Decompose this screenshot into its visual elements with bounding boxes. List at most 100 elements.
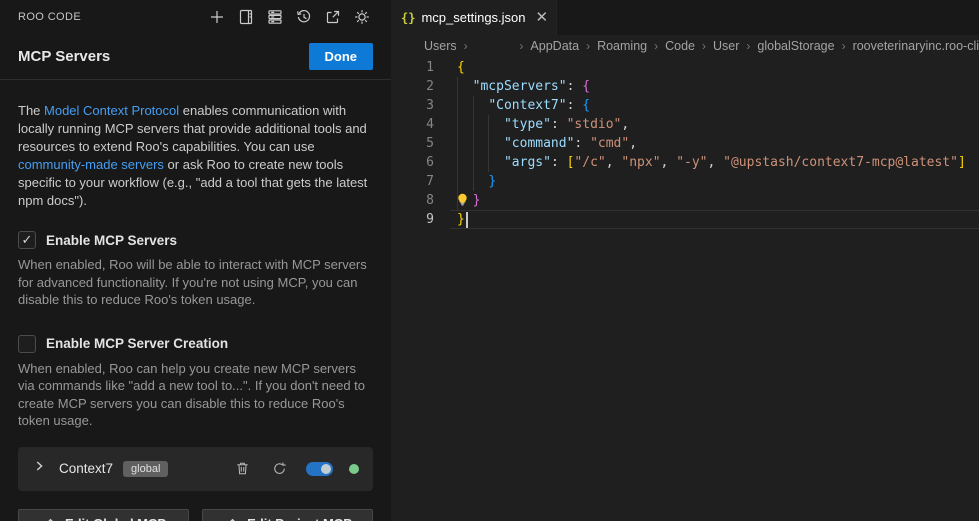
code-token: "-y" xyxy=(676,155,707,170)
text-link[interactable]: Model Context Protocol xyxy=(44,103,179,118)
tab-mcp-settings-json[interactable]: {} mcp_settings.json ✕ xyxy=(391,0,557,35)
code-token: : xyxy=(551,117,567,132)
editor-pane: {} mcp_settings.json ✕ Users › › AppData › Ro… xyxy=(391,0,979,521)
code-token: : xyxy=(551,155,567,170)
server-enabled-toggle[interactable] xyxy=(306,462,333,476)
done-button[interactable]: Done xyxy=(309,43,374,70)
chevron-right-icon xyxy=(32,459,46,473)
panel-content: The Model Context Protocol enables commu… xyxy=(0,102,391,521)
settings-button[interactable] xyxy=(351,6,373,28)
setting-label: Enable MCP Server Creation xyxy=(46,336,228,351)
code-token: "cmd" xyxy=(590,136,629,151)
chevron-right-icon: › xyxy=(746,39,750,53)
line-number: 2 xyxy=(391,77,434,96)
line-number: 9 xyxy=(391,210,434,229)
code-token: , xyxy=(708,155,724,170)
expand-server-button[interactable] xyxy=(32,459,46,478)
code-token: , xyxy=(606,155,622,170)
enable-mcp-server-creation-checkbox[interactable] xyxy=(18,335,36,353)
code-token: "mcpServers" xyxy=(473,79,567,94)
breadcrumb-item[interactable]: Users xyxy=(424,39,457,53)
text-link[interactable]: community-made servers xyxy=(18,157,164,172)
pencil-icon xyxy=(223,517,237,521)
edit-buttons-row: Edit Global MCP Edit Project MCP xyxy=(18,509,373,521)
indent-guide xyxy=(473,96,474,115)
enable-mcp-servers-checkbox[interactable]: ✓ xyxy=(18,231,36,249)
edit-project-mcp-button[interactable]: Edit Project MCP xyxy=(202,509,373,521)
code-token: "args" xyxy=(504,155,551,170)
toggle-knob xyxy=(321,464,331,474)
text-cursor xyxy=(466,212,468,228)
code-token: , xyxy=(629,136,637,151)
server-scope-badge: global xyxy=(123,461,168,477)
code-line: 3 "Context7": { xyxy=(391,96,979,115)
code-line: 1{ xyxy=(391,58,979,77)
code-line: 6 "args": ["/c", "npx", "-y", "@upstash/… xyxy=(391,153,979,172)
panel-title: ROO CODE xyxy=(18,11,81,23)
code-lines: 1{2 "mcpServers": {3 "Context7": {4 "typ… xyxy=(391,58,979,229)
lightbulb-icon[interactable] xyxy=(456,193,469,207)
code-token: "npx" xyxy=(621,155,660,170)
roo-code-panel: ROO CODE MCP Servers Done The Model Cont… xyxy=(0,0,391,521)
breadcrumb-item[interactable]: AppData xyxy=(530,39,579,53)
indent-guide xyxy=(457,172,458,191)
code-token: { xyxy=(582,79,590,94)
indent-guide xyxy=(473,172,474,191)
indent-guide xyxy=(457,134,458,153)
toolbar-icons xyxy=(206,6,373,28)
line-number: 7 xyxy=(391,172,434,191)
setting-row: ✓ Enable MCP Servers xyxy=(18,231,373,249)
code-token xyxy=(457,117,504,132)
indent-guide xyxy=(488,134,489,153)
code-token: : xyxy=(567,98,583,113)
line-number: 4 xyxy=(391,115,434,134)
code-token: { xyxy=(457,60,465,75)
chevron-right-icon: › xyxy=(654,39,658,53)
indent-guide xyxy=(457,96,458,115)
close-tab-icon[interactable]: ✕ xyxy=(536,10,549,25)
panel-toolbar: ROO CODE xyxy=(0,0,391,33)
code-token: : xyxy=(567,79,583,94)
server-row-context7[interactable]: Context7 global xyxy=(18,447,373,491)
code-token: "Context7" xyxy=(488,98,566,113)
code-token: , xyxy=(621,117,629,132)
line-number: 6 xyxy=(391,153,434,172)
breadcrumb: Users › › AppData › Roaming › Code › User › globalS… xyxy=(391,35,979,57)
breadcrumb-item[interactable]: Roaming xyxy=(597,39,647,53)
chevron-right-icon: › xyxy=(519,39,523,53)
edit-global-mcp-button[interactable]: Edit Global MCP xyxy=(18,509,189,521)
check-icon: ✓ xyxy=(22,232,33,248)
code-editor[interactable]: 1{2 "mcpServers": {3 "Context7": {4 "typ… xyxy=(391,57,979,229)
breadcrumb-item[interactable]: Code xyxy=(665,39,695,53)
new-task-button[interactable] xyxy=(206,6,228,28)
code-line: 5 "command": "cmd", xyxy=(391,134,979,153)
link-external-icon xyxy=(325,9,341,25)
editor-tabbar: {} mcp_settings.json ✕ xyxy=(391,0,979,35)
code-token: "stdio" xyxy=(567,117,622,132)
chevron-right-icon: › xyxy=(464,39,468,53)
open-in-editor-button[interactable] xyxy=(322,6,344,28)
code-token: ] xyxy=(958,155,966,170)
mcp-servers-button[interactable] xyxy=(264,6,286,28)
json-file-icon: {} xyxy=(401,11,415,25)
code-token: "command" xyxy=(504,136,574,151)
chevron-right-icon: › xyxy=(586,39,590,53)
code-line: 2 "mcpServers": { xyxy=(391,77,979,96)
setting-description: When enabled, Roo will be able to intera… xyxy=(18,256,373,309)
prompts-button[interactable] xyxy=(235,6,257,28)
code-token: } xyxy=(457,212,465,227)
code-token: } xyxy=(488,174,496,189)
breadcrumb-item[interactable]: globalStorage xyxy=(757,39,834,53)
history-button[interactable] xyxy=(293,6,315,28)
button-label: Edit Global MCP xyxy=(65,516,166,521)
tab-label: mcp_settings.json xyxy=(421,10,525,25)
chevron-right-icon: › xyxy=(842,39,846,53)
intro-text: The xyxy=(18,103,44,118)
delete-server-button[interactable] xyxy=(232,459,252,479)
restart-server-button[interactable] xyxy=(269,459,289,479)
breadcrumb-item[interactable]: User xyxy=(713,39,739,53)
setting-row: Enable MCP Server Creation xyxy=(18,335,373,353)
server-status-dot xyxy=(349,464,359,474)
breadcrumb-item[interactable]: rooveterinaryinc.roo-cli xyxy=(853,39,979,53)
plus-icon xyxy=(209,9,225,25)
